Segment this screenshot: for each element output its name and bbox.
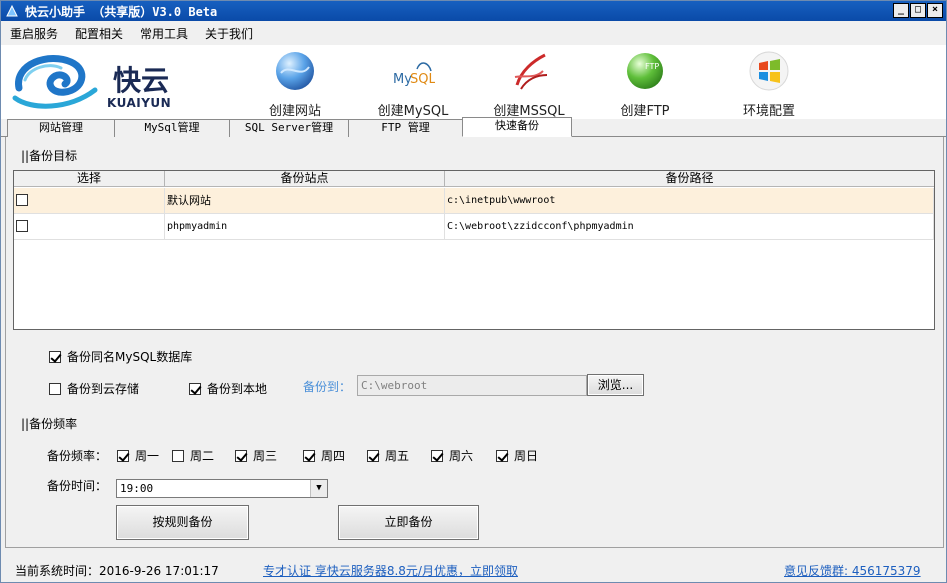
- day-option-saturday[interactable]: 周六: [431, 447, 473, 464]
- day-checkbox[interactable]: [367, 449, 379, 462]
- create-mssql-button[interactable]: 创建MSSQL: [479, 49, 579, 119]
- browse-button[interactable]: 浏览...: [587, 374, 644, 396]
- path-cell: c:\inetpub\wwwroot: [445, 188, 934, 214]
- day-label: 周三: [253, 449, 278, 463]
- backup-dest-path-field[interactable]: C:\webroot: [357, 375, 587, 396]
- column-path[interactable]: 备份路径: [445, 171, 934, 187]
- menu-tools[interactable]: 常用工具: [140, 25, 188, 42]
- day-option-monday[interactable]: 周一: [117, 447, 159, 464]
- day-checkbox[interactable]: [235, 449, 247, 462]
- mysql-icon: My SQL: [393, 62, 436, 87]
- column-select[interactable]: 选择: [14, 171, 165, 187]
- menu-config[interactable]: 配置相关: [75, 25, 123, 42]
- row-select-checkbox[interactable]: [16, 194, 28, 206]
- app-icon: [6, 4, 18, 17]
- sql-server-icon: [514, 53, 548, 90]
- backup-target-heading: ||备份目标: [21, 149, 78, 163]
- minimize-button[interactable]: _: [893, 3, 909, 18]
- path-cell: C:\webroot\zzidcconf\phpmyadmin: [445, 214, 934, 240]
- day-checkbox[interactable]: [431, 449, 443, 462]
- backup-frequency-heading: ||备份频率: [21, 417, 78, 431]
- backup-now-button[interactable]: 立即备份: [338, 505, 479, 540]
- day-label: 周一: [135, 449, 160, 463]
- tab-website-management[interactable]: 网站管理: [7, 119, 115, 137]
- backup-cloud-option[interactable]: 备份到云存储: [49, 380, 139, 397]
- status-bar: 当前系统时间：2016-9-26 17:01:17 专才认证 享快云服务器8.8…: [1, 554, 946, 582]
- svg-text:FTP: FTP: [645, 62, 659, 71]
- tab-mysql-management[interactable]: MySql管理: [114, 119, 230, 137]
- create-mysql-label: 创建MySQL: [377, 104, 449, 119]
- toolbar-banner: 快云 KUAIYUN 创建网站 My SQL 创建MySQL 创建MSSQL F…: [1, 45, 946, 119]
- menu-about[interactable]: 关于我们: [205, 25, 253, 42]
- rule-backup-button[interactable]: 按规则备份: [116, 505, 249, 540]
- create-website-button[interactable]: 创建网站: [245, 49, 345, 119]
- day-label: 周六: [449, 449, 474, 463]
- day-option-tuesday[interactable]: 周二: [172, 447, 214, 464]
- day-label: 周日: [514, 449, 539, 463]
- table-row[interactable]: phpmyadmin C:\webroot\zzidcconf\phpmyadm…: [14, 214, 934, 240]
- backup-mysql-label: 备份同名MySQL数据库: [67, 350, 193, 364]
- windows-logo-icon: [749, 51, 789, 91]
- kuaiyun-logo: 快云 KUAIYUN: [9, 50, 189, 110]
- tab-strip: 网站管理 MySql管理 SQL Server管理 FTP 管理 快速备份: [1, 117, 946, 137]
- site-cell: 默认网站: [165, 188, 445, 214]
- backup-time-label: 备份时间：: [47, 479, 108, 493]
- backup-time-select[interactable]: 19:00 ▼: [116, 479, 328, 498]
- tab-quick-backup[interactable]: 快速备份: [462, 117, 572, 137]
- backup-local-label: 备份到本地: [207, 382, 268, 396]
- backup-cloud-checkbox[interactable]: [49, 382, 61, 395]
- day-checkbox[interactable]: [117, 449, 129, 462]
- app-window: 快云小助手 （共享版）V3.0 Beta _ □ × 重启服务 配置相关 常用工…: [0, 0, 947, 583]
- ftp-globe-icon: FTP: [627, 53, 663, 89]
- title-bar: 快云小助手 （共享版）V3.0 Beta _ □ ×: [1, 1, 946, 21]
- svg-text:SQL: SQL: [410, 72, 435, 87]
- logo-swirl-icon: [12, 55, 98, 109]
- close-button[interactable]: ×: [927, 3, 943, 18]
- feedback-group-link[interactable]: 意见反馈群: 456175379: [784, 562, 921, 579]
- backup-sites-table: 选择 备份站点 备份路径 默认网站 c:\inetpub\wwwroot php…: [13, 170, 935, 330]
- create-ftp-label: 创建FTP: [620, 104, 670, 119]
- site-cell: phpmyadmin: [165, 214, 445, 240]
- day-option-friday[interactable]: 周五: [367, 447, 409, 464]
- maximize-button[interactable]: □: [910, 3, 926, 18]
- frequency-label: 备份频率：: [47, 449, 108, 463]
- env-config-button[interactable]: 环境配置: [719, 49, 819, 119]
- backup-mysql-option[interactable]: 备份同名MySQL数据库: [49, 348, 192, 365]
- backup-local-option[interactable]: 备份到本地: [189, 380, 267, 397]
- backup-mysql-checkbox[interactable]: [49, 350, 61, 363]
- day-checkbox[interactable]: [172, 449, 184, 462]
- day-label: 周五: [385, 449, 410, 463]
- day-checkbox[interactable]: [496, 449, 508, 462]
- table-row[interactable]: 默认网站 c:\inetpub\wwwroot: [14, 188, 934, 214]
- system-time-text: 当前系统时间：2016-9-26 17:01:17: [15, 564, 219, 578]
- tab-ftp-management[interactable]: FTP 管理: [348, 119, 463, 137]
- backup-time-value: 19:00: [120, 482, 154, 495]
- env-config-label: 环境配置: [742, 104, 795, 119]
- promo-link[interactable]: 专才认证 享快云服务器8.8元/月优惠，立即领取: [263, 562, 518, 579]
- window-title: 快云小助手 （共享版）V3.0 Beta: [25, 4, 218, 19]
- menu-bar: 重启服务 配置相关 常用工具 关于我们: [1, 21, 946, 45]
- day-label: 周二: [190, 449, 215, 463]
- table-header: 选择 备份站点 备份路径: [14, 171, 934, 187]
- create-mysql-button[interactable]: My SQL 创建MySQL: [363, 49, 463, 119]
- backup-dest-label: 备份到：: [303, 380, 352, 394]
- create-ftp-button[interactable]: FTP 创建FTP: [595, 49, 695, 119]
- chevron-down-icon[interactable]: ▼: [310, 480, 327, 497]
- tab-sqlserver-management[interactable]: SQL Server管理: [229, 119, 349, 137]
- day-label: 周四: [321, 449, 346, 463]
- logo-brand-text: 快云: [113, 64, 170, 97]
- backup-cloud-label: 备份到云存储: [67, 382, 140, 396]
- backup-local-checkbox[interactable]: [189, 382, 201, 395]
- column-site[interactable]: 备份站点: [165, 171, 445, 187]
- row-select-checkbox[interactable]: [16, 220, 28, 232]
- day-option-thursday[interactable]: 周四: [303, 447, 345, 464]
- create-website-label: 创建网站: [268, 104, 321, 119]
- day-checkbox[interactable]: [303, 449, 315, 462]
- logo-brand-en-text: KUAIYUN: [107, 96, 172, 110]
- globe-icon: [276, 52, 314, 90]
- day-option-wednesday[interactable]: 周三: [235, 447, 277, 464]
- menu-restart-services[interactable]: 重启服务: [10, 25, 58, 42]
- day-option-sunday[interactable]: 周日: [496, 447, 538, 464]
